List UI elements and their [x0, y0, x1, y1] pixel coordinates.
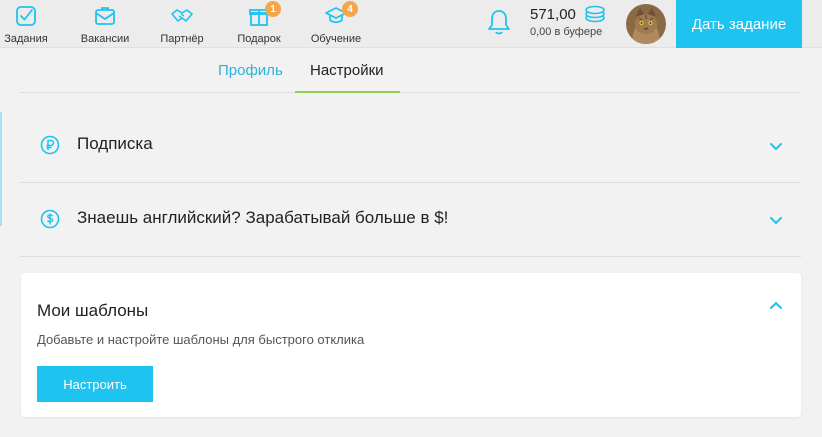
- ruble-circle-icon: [40, 135, 60, 155]
- nav-item-learning[interactable]: 4 Обучение: [308, 0, 364, 48]
- tabs-divider: [20, 92, 800, 93]
- nav-label-tasks: Задания: [4, 33, 48, 45]
- english-earn-section-header[interactable]: Знаешь английский? Зарабатывай больше в …: [20, 182, 801, 256]
- subscription-section-header[interactable]: Подписка: [20, 108, 801, 182]
- gift-badge: 1: [265, 1, 281, 17]
- coins-icon: [584, 4, 606, 24]
- active-tab-indicator: [295, 91, 400, 93]
- chevron-up-icon[interactable]: [769, 297, 783, 309]
- dollar-circle-icon: [40, 209, 60, 229]
- gift-icon: 1: [247, 1, 281, 28]
- partner-handshake-icon: [170, 4, 194, 28]
- templates-description: Добавьте и настройте шаблоны для быстрог…: [37, 332, 365, 347]
- learning-badge: 4: [342, 1, 358, 17]
- left-accent-line: [0, 112, 2, 226]
- nav-item-tasks[interactable]: Задания: [2, 0, 50, 48]
- subscription-title: Подписка: [77, 134, 153, 153]
- tab-settings[interactable]: Настройки: [310, 62, 384, 79]
- chevron-down-icon[interactable]: [769, 213, 783, 225]
- user-avatar[interactable]: [626, 4, 666, 44]
- chevron-down-icon[interactable]: [769, 139, 783, 151]
- notifications-bell-icon[interactable]: [486, 8, 512, 36]
- nav-label-learning: Обучение: [310, 33, 362, 45]
- nav-label-gift: Подарок: [237, 33, 281, 45]
- tab-profile[interactable]: Профиль: [218, 62, 283, 79]
- templates-title: Мои шаблоны: [37, 301, 149, 320]
- balance-buffer: 0,00 в буфере: [530, 26, 603, 38]
- give-task-button[interactable]: Дать задание: [676, 0, 802, 48]
- english-earn-title: Знаешь английский? Зарабатывай больше в …: [77, 208, 449, 227]
- templates-card: Мои шаблоны Добавьте и настройте шаблоны…: [21, 273, 801, 417]
- vacancies-icon: [93, 4, 117, 28]
- tasks-icon: [14, 4, 38, 28]
- nav-item-vacancies[interactable]: Вакансии: [78, 0, 132, 48]
- section-divider: [20, 256, 801, 257]
- configure-templates-button[interactable]: Настроить: [37, 366, 153, 402]
- nav-item-partner[interactable]: Партнёр: [156, 0, 208, 48]
- settings-tabs: [0, 48, 822, 94]
- graduation-cap-icon: 4: [324, 1, 358, 28]
- nav-label-partner: Партнёр: [160, 33, 204, 45]
- top-navigation-bar: Задания Вакансии Партнёр 1 Подарок 4 Обу…: [0, 0, 822, 48]
- nav-label-vacancies: Вакансии: [80, 33, 130, 45]
- nav-item-gift[interactable]: 1 Подарок: [234, 0, 284, 48]
